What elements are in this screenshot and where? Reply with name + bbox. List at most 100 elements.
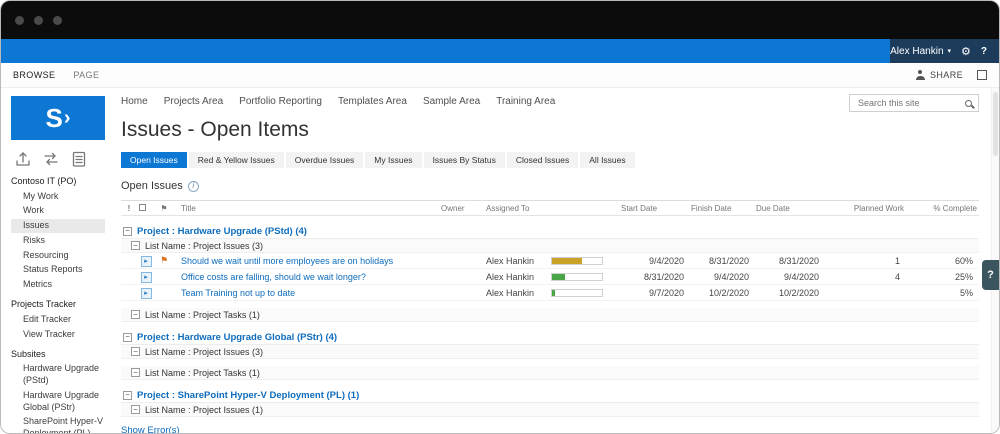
group-title[interactable]: Project : Hardware Upgrade Global (PStr)… [137, 332, 337, 343]
share-icon [916, 70, 925, 80]
window-control-icon[interactable] [53, 16, 62, 25]
topnav-projects-area[interactable]: Projects Area [164, 96, 223, 107]
start-date-column-header[interactable]: Start Date [619, 204, 689, 213]
checkbox-column-header[interactable] [137, 204, 155, 213]
collapse-icon[interactable]: − [123, 227, 132, 236]
help-icon[interactable]: ? [981, 46, 987, 57]
sidebar-item-metrics[interactable]: Metrics [11, 277, 113, 292]
main-panel: Home Projects Area Portfolio Reporting T… [113, 88, 999, 434]
issue-title-link[interactable]: Should we wait until more employees are … [181, 256, 393, 266]
user-menu[interactable]: Alex Hankin ▾ [890, 46, 951, 57]
collapse-icon[interactable]: − [131, 310, 140, 319]
sidebar-item-edit-tracker[interactable]: Edit Tracker [11, 312, 113, 327]
topnav-portfolio-reporting[interactable]: Portfolio Reporting [239, 96, 322, 107]
sidebar-item-my-work[interactable]: My Work [11, 189, 113, 204]
list-header-project-issues[interactable]: − List Name : Project Issues (3) [121, 345, 979, 359]
window-titlebar [1, 1, 999, 39]
view-tab-my-issues[interactable]: My Issues [365, 152, 421, 168]
browser-window: Alex Hankin ▾ ⚙ ? BROWSE PAGE SHARE S › [0, 0, 1000, 434]
sidebar-item-risks[interactable]: Risks [11, 233, 113, 248]
list-header-project-issues[interactable]: − List Name : Project Issues (1) [121, 403, 979, 417]
group-title[interactable]: Project : SharePoint Hyper-V Deployment … [137, 390, 359, 401]
sidebar-header-projects-tracker[interactable]: Projects Tracker [11, 299, 113, 310]
window-control-icon[interactable] [15, 16, 24, 25]
progress-cell [549, 273, 619, 281]
sync-icon[interactable] [41, 149, 61, 169]
search-icon[interactable] [965, 100, 972, 107]
sidebar-item-view-tracker[interactable]: View Tracker [11, 327, 113, 342]
site-logo[interactable]: S › [11, 96, 105, 140]
pct-complete-column-header[interactable]: % Complete [906, 204, 979, 213]
due-date-column-header[interactable]: Due Date [754, 204, 824, 213]
notebook-icon[interactable] [69, 149, 89, 169]
sidebar-item-hardware-upgrade-pstd[interactable]: Hardware Upgrade (PStd) [11, 362, 113, 388]
view-tab-red-yellow-issues[interactable]: Red & Yellow Issues [189, 152, 284, 168]
item-icon[interactable]: ▸ [141, 256, 152, 267]
collapse-icon[interactable]: − [131, 405, 140, 414]
flag-column-header[interactable]: ⚑ [155, 204, 173, 213]
sidebar-item-issues[interactable]: Issues [11, 219, 105, 234]
help-tab-button[interactable]: ? [982, 260, 999, 290]
collapse-icon[interactable]: − [131, 241, 140, 250]
info-icon[interactable]: i [188, 181, 199, 192]
topnav-home[interactable]: Home [121, 96, 148, 107]
sidebar-header-contoso-it[interactable]: Contoso IT (PO) [11, 176, 113, 187]
page-title: Issues - Open Items [121, 118, 979, 142]
finish-date-cell: 10/2/2020 [689, 288, 754, 298]
issue-title-link[interactable]: Team Training not up to date [181, 288, 295, 298]
view-tab-all-issues[interactable]: All Issues [580, 152, 634, 168]
show-errors-link[interactable]: Show Error(s) [121, 425, 180, 434]
list-title[interactable]: List Name : Project Issues (1) [145, 405, 263, 415]
search-input[interactable] [856, 97, 959, 109]
list-title[interactable]: List Name : Project Tasks (1) [145, 310, 260, 320]
view-tab-issues-by-status[interactable]: Issues By Status [424, 152, 505, 168]
ribbon-tab-browse[interactable]: BROWSE [13, 70, 55, 80]
collapse-icon[interactable]: − [131, 368, 140, 377]
issue-title-cell: Office costs are falling, should we wait… [173, 272, 439, 282]
scrollbar-thumb[interactable] [993, 92, 998, 156]
issue-title-link[interactable]: Office costs are falling, should we wait… [181, 272, 366, 282]
assigned-to-column-header[interactable]: Assigned To [484, 204, 549, 213]
importance-column-header[interactable]: ! [121, 204, 137, 213]
share-button[interactable]: SHARE [916, 70, 963, 80]
topnav-templates-area[interactable]: Templates Area [338, 96, 407, 107]
ribbon-tab-page[interactable]: PAGE [73, 70, 99, 80]
progress-cell [549, 257, 619, 265]
item-icon[interactable]: ▸ [141, 272, 152, 283]
window-control-icon[interactable] [34, 16, 43, 25]
collapse-icon[interactable]: − [123, 391, 132, 400]
group-header-project-sharepoint-hyper-v-deployment-pl[interactable]: − Project : SharePoint Hyper-V Deploymen… [121, 388, 979, 403]
sidebar-item-status-reports[interactable]: Status Reports [11, 263, 113, 278]
view-tab-closed-issues[interactable]: Closed Issues [507, 152, 578, 168]
list-title[interactable]: List Name : Project Issues (3) [145, 347, 263, 357]
group-header-project-hardware-upgrade-pstd[interactable]: − Project : Hardware Upgrade (PStd) (4) [121, 224, 979, 239]
owner-column-header[interactable]: Owner [439, 204, 484, 213]
title-column-header[interactable]: Title [173, 204, 439, 213]
list-header-project-tasks[interactable]: − List Name : Project Tasks (1) [121, 366, 979, 380]
group-title[interactable]: Project : Hardware Upgrade (PStd) (4) [137, 226, 307, 237]
group-header-project-hardware-upgrade-global-pstr[interactable]: − Project : Hardware Upgrade Global (PSt… [121, 330, 979, 345]
share-upload-icon[interactable] [13, 149, 33, 169]
planned-work-column-header[interactable]: Planned Work [824, 204, 906, 213]
sidebar-item-sharepoint-hyper-v-deployment-pl[interactable]: SharePoint Hyper-V Deployment (PL) [11, 415, 113, 434]
finish-date-column-header[interactable]: Finish Date [689, 204, 754, 213]
item-icon[interactable]: ▸ [141, 288, 152, 299]
sidebar-header-subsites[interactable]: Subsites [11, 349, 113, 360]
view-tab-open-issues[interactable]: Open Issues [121, 152, 187, 168]
list-title[interactable]: List Name : Project Tasks (1) [145, 368, 260, 378]
list-header-project-issues[interactable]: − List Name : Project Issues (3) [121, 239, 979, 253]
webpart-title: Open Issues i [121, 180, 979, 192]
focus-on-content-icon[interactable] [977, 70, 987, 80]
sidebar-item-hardware-upgrade-global-pstr[interactable]: Hardware Upgrade Global (PStr) [11, 388, 113, 414]
list-title[interactable]: List Name : Project Issues (3) [145, 241, 263, 251]
sidebar-item-work[interactable]: Work [11, 204, 113, 219]
topnav-sample-area[interactable]: Sample Area [423, 96, 480, 107]
gear-icon[interactable]: ⚙ [961, 45, 971, 58]
collapse-icon[interactable]: − [131, 347, 140, 356]
view-tab-overdue-issues[interactable]: Overdue Issues [286, 152, 364, 168]
share-label: SHARE [930, 70, 963, 80]
topnav-training-area[interactable]: Training Area [496, 96, 555, 107]
list-header-project-tasks[interactable]: − List Name : Project Tasks (1) [121, 308, 979, 322]
collapse-icon[interactable]: − [123, 333, 132, 342]
sidebar-item-resourcing[interactable]: Resourcing [11, 248, 113, 263]
